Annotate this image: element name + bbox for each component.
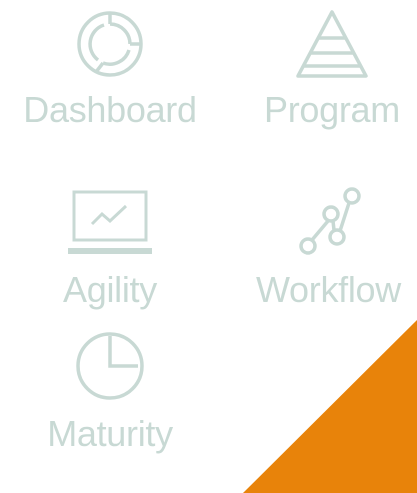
agility-label: Agility <box>63 269 157 310</box>
workflow-tile[interactable]: Workflow <box>240 186 417 310</box>
maturity-tile[interactable]: Maturity <box>20 330 200 454</box>
program-label: Program <box>264 89 400 130</box>
dashboard-label: Dashboard <box>23 89 197 130</box>
donut-chart-icon <box>77 11 143 77</box>
program-tile[interactable]: Program <box>247 8 417 130</box>
workflow-label: Workflow <box>256 269 401 310</box>
maturity-label: Maturity <box>47 413 173 454</box>
pyramid-icon <box>296 10 368 78</box>
dashboard-tile[interactable]: Dashboard <box>10 8 210 130</box>
nodes-path-icon <box>298 187 361 255</box>
menu-grid: Dashboard Program Agility Workflow Matur… <box>0 0 417 493</box>
pie-clock-icon <box>76 332 144 400</box>
monitor-trend-icon <box>68 190 152 254</box>
agility-tile[interactable]: Agility <box>20 186 200 310</box>
